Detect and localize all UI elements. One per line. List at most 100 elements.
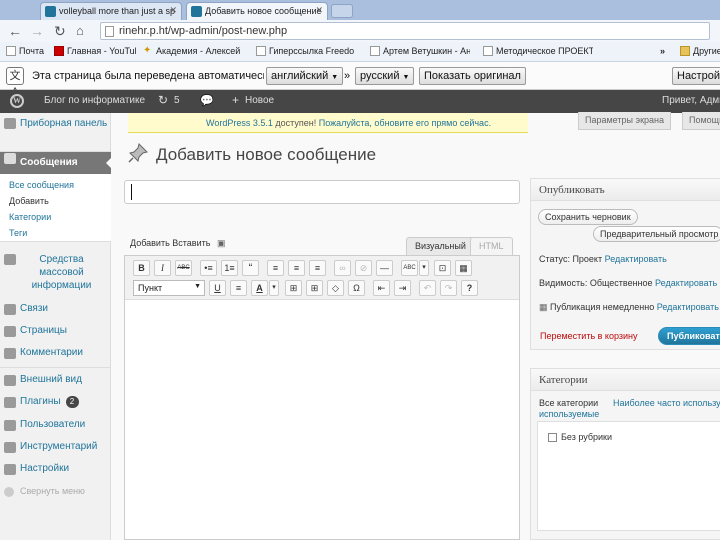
wordpress-logo-icon[interactable]: W xyxy=(10,94,24,108)
insert-link-button[interactable]: ∞ xyxy=(334,260,351,276)
bookmark-item[interactable]: ✦ Академия - Алексей Ка xyxy=(143,46,243,56)
home-icon[interactable]: ⌂ xyxy=(76,22,84,40)
browser-tab-active[interactable]: Добавить новое сообщение ✕ xyxy=(186,2,328,20)
bookmark-label: Главная - YouTube xyxy=(67,46,136,56)
submenu-tags[interactable]: Теги xyxy=(9,228,27,238)
new-content-link[interactable]: Новое xyxy=(245,95,274,106)
screen-options-button[interactable]: Параметры экрана xyxy=(578,112,671,130)
close-tab-icon[interactable]: ✕ xyxy=(169,5,177,16)
translate-settings-button[interactable]: Настройки xyxy=(672,67,720,85)
forward-arrow-icon[interactable]: → xyxy=(30,22,44,40)
spellcheck-dropdown[interactable]: ▾ xyxy=(419,260,429,276)
underline-button[interactable]: U xyxy=(209,280,226,296)
paste-from-word-button[interactable]: ⊞ xyxy=(306,280,323,296)
remove-link-button[interactable]: ⊘ xyxy=(355,260,372,276)
other-bookmarks-folder[interactable]: Другие xyxy=(680,46,720,56)
edit-publish-time-link[interactable]: Редактировать xyxy=(657,302,719,312)
justify-button[interactable]: ≡ xyxy=(230,280,247,296)
paragraph-format-select[interactable]: Пункт ▼ xyxy=(133,280,205,296)
menu-links[interactable]: Связи xyxy=(0,303,111,315)
save-draft-button[interactable]: Сохранить черновик xyxy=(538,209,638,225)
menu-appearance[interactable]: Внешний вид xyxy=(0,374,111,386)
tab-all-categories[interactable]: Все категории xyxy=(539,398,611,408)
italic-button[interactable]: I xyxy=(154,260,171,276)
submenu-add-new[interactable]: Добавить xyxy=(9,196,49,206)
bold-button[interactable]: B xyxy=(133,260,150,276)
menu-users[interactable]: Пользователи xyxy=(0,419,111,431)
translate-message: Эта страница была переведена автоматичес… xyxy=(32,70,264,82)
updates-count[interactable]: 5 xyxy=(174,95,180,106)
address-bar[interactable]: rinehr.p.ht/wp-admin/post-new.php xyxy=(100,22,710,40)
submenu-all-posts[interactable]: Все сообщения xyxy=(9,180,74,190)
spellcheck-button[interactable]: ABC xyxy=(401,260,418,276)
menu-settings[interactable]: Настройки xyxy=(0,463,111,475)
indent-button[interactable]: ⇥ xyxy=(394,280,411,296)
menu-pages[interactable]: Страницы xyxy=(0,325,111,337)
reload-icon[interactable]: ↻ xyxy=(54,22,66,40)
edit-status-link[interactable]: Редактировать xyxy=(605,254,667,264)
category-item[interactable]: Без рубрики xyxy=(548,432,612,443)
collapse-menu-button[interactable]: Свернуть меню xyxy=(0,486,111,497)
text-color-dropdown[interactable]: ▾ xyxy=(269,280,279,296)
preview-button[interactable]: Предварительный просмотр xyxy=(593,226,720,242)
submenu-categories[interactable]: Категории xyxy=(9,212,51,222)
bookmark-item[interactable]: Артем Ветушкин - Ан xyxy=(370,46,470,56)
bookmark-item[interactable]: Главная - YouTube xyxy=(54,46,136,56)
publish-button[interactable]: Публиковать xyxy=(658,327,720,345)
strikethrough-button[interactable]: ABC xyxy=(175,260,192,276)
bullet-list-button[interactable]: •≡ xyxy=(200,260,217,276)
media-icon: ▣ xyxy=(216,238,226,248)
editor-tab-visual[interactable]: Визуальный xyxy=(406,237,475,255)
browser-tab[interactable]: volleyball more than just a sp ✕ xyxy=(40,2,182,20)
target-language-select[interactable]: русский ▼ xyxy=(355,67,415,85)
menu-tools[interactable]: Инструментарий xyxy=(0,441,111,453)
add-media-button[interactable]: Добавить Вставить ▣ xyxy=(130,238,225,249)
bookmark-item[interactable]: Гиперссылка Freedo xyxy=(256,46,356,56)
menu-comments[interactable]: Комментарии xyxy=(0,347,111,359)
menu-dashboard[interactable]: Приборная панель xyxy=(0,117,111,130)
tab-most-used-continued[interactable]: используемые xyxy=(539,409,599,419)
source-language-select[interactable]: английский ▼ xyxy=(266,67,344,85)
bookmark-item[interactable]: Методическое ПРОЕКТ xyxy=(483,46,593,56)
updates-icon[interactable]: ↻ xyxy=(158,93,168,107)
editor-tab-html[interactable]: HTML xyxy=(470,237,513,255)
text-color-button[interactable]: A xyxy=(251,280,268,296)
post-title-input[interactable] xyxy=(124,180,520,204)
insert-more-button[interactable]: — xyxy=(376,260,393,276)
wordpress-version-link[interactable]: WordPress 3.5.1 xyxy=(206,118,273,128)
outdent-button[interactable]: ⇤ xyxy=(373,280,390,296)
comment-bubble-icon[interactable]: 💬 xyxy=(200,94,214,107)
numbered-list-button[interactable]: 1≡ xyxy=(221,260,238,276)
post-content-editor[interactable]: B I ABC •≡ 1≡ “ ≡ ≡ ≡ ∞ ⊘ — ABC ▾ ⊡ ▦ Пу… xyxy=(124,255,520,540)
bookmark-item[interactable]: Почта xyxy=(6,46,44,56)
special-character-button[interactable]: Ω xyxy=(348,280,365,296)
site-name-link[interactable]: Блог по информатике xyxy=(44,95,145,106)
menu-media[interactable]: Средства массовой информации xyxy=(0,253,111,292)
close-tab-icon[interactable]: ✕ xyxy=(315,5,323,16)
new-tab-button[interactable] xyxy=(331,4,353,18)
help-button[interactable]: Помощь xyxy=(682,112,720,130)
align-left-button[interactable]: ≡ xyxy=(267,260,284,276)
account-greeting[interactable]: Привет, Адми xyxy=(662,95,720,106)
align-right-button[interactable]: ≡ xyxy=(309,260,326,276)
undo-button[interactable]: ↶ xyxy=(419,280,436,296)
menu-plugins[interactable]: Плагины 2 xyxy=(0,396,111,408)
tab-most-used[interactable]: Наиболее часто используемые xyxy=(613,398,720,408)
redo-button[interactable]: ↷ xyxy=(440,280,457,296)
back-arrow-icon[interactable]: ← xyxy=(8,22,22,40)
move-to-trash-link[interactable]: Переместить в корзину xyxy=(540,331,638,341)
menu-posts[interactable]: Сообщения xyxy=(0,152,112,174)
show-original-button[interactable]: Показать оригинал xyxy=(419,67,526,85)
category-checkbox[interactable] xyxy=(548,433,557,443)
menu-label: Комментарии xyxy=(20,347,83,358)
bookmarks-overflow-button[interactable]: » xyxy=(660,46,665,56)
paste-as-text-button[interactable]: ⊞ xyxy=(285,280,302,296)
help-button[interactable]: ? xyxy=(461,280,478,296)
update-now-link[interactable]: Пожалуйста, обновите его прямо сейчас. xyxy=(319,118,491,128)
kitchen-sink-button[interactable]: ▦ xyxy=(455,260,472,276)
edit-visibility-link[interactable]: Редактировать xyxy=(655,278,717,288)
fullscreen-button[interactable]: ⊡ xyxy=(434,260,451,276)
blockquote-button[interactable]: “ xyxy=(242,260,259,276)
align-center-button[interactable]: ≡ xyxy=(288,260,305,276)
clear-formatting-button[interactable]: ◇ xyxy=(327,280,344,296)
